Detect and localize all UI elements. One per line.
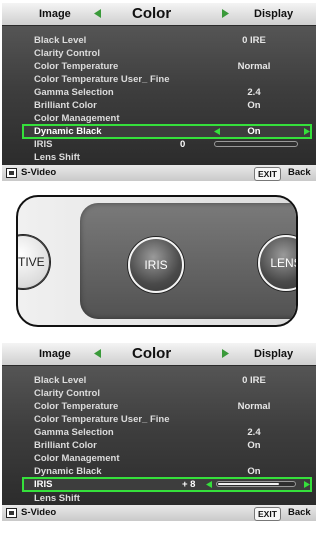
osd-menu-top: Image Color Display Black Level 0 IRE Cl… bbox=[2, 3, 316, 181]
menu-item-value: 2.4 bbox=[247, 87, 261, 98]
menu-item-label: Color Temperature bbox=[34, 401, 119, 412]
menu-item-iris[interactable]: IRIS + 8 bbox=[22, 477, 312, 492]
iris-value: 0 bbox=[180, 139, 186, 150]
triangle-icon bbox=[94, 349, 101, 358]
tab-color[interactable]: Color bbox=[132, 3, 171, 25]
iris-slider[interactable] bbox=[216, 481, 296, 487]
menu-item-color-temperature-user-fine[interactable]: Color Temperature User_ Fine bbox=[2, 73, 316, 86]
menu-item-value: On bbox=[247, 440, 261, 451]
iris-slider[interactable] bbox=[214, 141, 298, 147]
menu-item-value: On bbox=[247, 100, 261, 111]
menu-item-gamma-selection[interactable]: Gamma Selection 2.4 bbox=[2, 86, 316, 99]
menu-item-black-level[interactable]: Black Level 0 IRE bbox=[2, 374, 316, 387]
tab-display[interactable]: Display bbox=[254, 3, 293, 25]
menu-item-label: Brilliant Color bbox=[34, 100, 97, 111]
menu-item-label: Lens Shift bbox=[34, 493, 80, 504]
menu-footer: S-Video EXIT Back bbox=[2, 165, 316, 181]
iris-slider-fill bbox=[218, 483, 279, 485]
menu-item-color-temperature[interactable]: Color Temperature Normal bbox=[2, 400, 316, 413]
menu-item-label: Color Temperature User_ Fine bbox=[34, 74, 170, 85]
menu-item-value: 2.4 bbox=[247, 427, 261, 438]
osd-menu-bottom: Image Color Display Black Level 0 IRE Cl… bbox=[2, 343, 316, 521]
menu-tab-bar: Image Color Display bbox=[2, 3, 316, 25]
menu-footer: S-Video EXIT Back bbox=[2, 505, 316, 521]
active-button[interactable]: ACTIVE bbox=[18, 235, 50, 289]
iris-value: + 8 bbox=[182, 479, 196, 490]
menu-item-brilliant-color[interactable]: Brilliant Color On bbox=[2, 99, 316, 112]
tab-image[interactable]: Image bbox=[39, 343, 71, 365]
menu-item-value: Normal bbox=[237, 61, 271, 72]
menu-item-label: Black Level bbox=[34, 375, 87, 386]
menu-item-label: Black Level bbox=[34, 35, 87, 46]
menu-item-label: Color Temperature User_ Fine bbox=[34, 414, 170, 425]
iris-button[interactable]: IRIS bbox=[128, 237, 184, 293]
tab-display[interactable]: Display bbox=[254, 343, 293, 365]
input-source-icon bbox=[6, 508, 17, 518]
menu-item-dynamic-black[interactable]: Dynamic Black On bbox=[22, 124, 312, 139]
menu-item-label: Clarity Control bbox=[34, 48, 100, 59]
menu-item-lens-shift[interactable]: Lens Shift bbox=[2, 151, 316, 164]
menu-item-value: On bbox=[247, 126, 261, 137]
menu-item-label: Color Temperature bbox=[34, 61, 119, 72]
exit-key[interactable]: EXIT bbox=[254, 507, 281, 521]
triangle-icon bbox=[222, 9, 229, 18]
menu-item-color-temperature-user-fine[interactable]: Color Temperature User_ Fine bbox=[2, 413, 316, 426]
menu-item-value: 0 IRE bbox=[242, 375, 266, 386]
menu-panel: Black Level 0 IRE Clarity Control Color … bbox=[2, 366, 316, 504]
menu-item-label: Lens Shift bbox=[34, 152, 80, 163]
menu-item-lens-shift[interactable]: Lens Shift bbox=[2, 492, 316, 505]
arrow-right-icon[interactable] bbox=[304, 128, 310, 135]
tab-color[interactable]: Color bbox=[132, 343, 171, 365]
input-source-label: S-Video bbox=[21, 507, 57, 518]
exit-label: Back bbox=[288, 167, 311, 178]
exit-key[interactable]: EXIT bbox=[254, 167, 281, 181]
menu-item-color-temperature[interactable]: Color Temperature Normal bbox=[2, 60, 316, 73]
triangle-icon bbox=[94, 9, 101, 18]
menu-item-color-management[interactable]: Color Management bbox=[2, 452, 316, 465]
menu-item-label: IRIS bbox=[34, 479, 53, 490]
menu-item-label: Color Management bbox=[34, 453, 120, 464]
menu-item-gamma-selection[interactable]: Gamma Selection 2.4 bbox=[2, 426, 316, 439]
triangle-icon bbox=[222, 349, 229, 358]
input-source-icon bbox=[6, 168, 17, 178]
menu-item-label: IRIS bbox=[34, 139, 53, 150]
menu-item-brilliant-color[interactable]: Brilliant Color On bbox=[2, 439, 316, 452]
arrow-right-icon[interactable] bbox=[304, 481, 310, 488]
tab-image[interactable]: Image bbox=[39, 3, 71, 25]
menu-item-label: Brilliant Color bbox=[34, 440, 97, 451]
arrow-left-icon[interactable] bbox=[206, 481, 212, 488]
arrow-left-icon[interactable] bbox=[214, 128, 220, 135]
menu-item-label: Dynamic Black bbox=[34, 126, 102, 137]
menu-item-clarity-control[interactable]: Clarity Control bbox=[2, 387, 316, 400]
exit-label: Back bbox=[288, 507, 311, 518]
remote-button-panel: ACTIVE IRIS LENS bbox=[16, 195, 298, 327]
menu-item-iris[interactable]: IRIS 0 bbox=[2, 138, 316, 151]
menu-item-label: Gamma Selection bbox=[34, 87, 114, 98]
menu-panel: Black Level 0 IRE Clarity Control Color … bbox=[2, 26, 316, 164]
menu-item-clarity-control[interactable]: Clarity Control bbox=[2, 47, 316, 60]
menu-item-value: Normal bbox=[237, 401, 271, 412]
menu-item-label: Clarity Control bbox=[34, 388, 100, 399]
menu-item-value: 0 IRE bbox=[242, 35, 266, 46]
menu-item-black-level[interactable]: Black Level 0 IRE bbox=[2, 34, 316, 47]
input-source-label: S-Video bbox=[21, 167, 57, 178]
menu-tab-bar: Image Color Display bbox=[2, 343, 316, 365]
menu-item-label: Gamma Selection bbox=[34, 427, 114, 438]
